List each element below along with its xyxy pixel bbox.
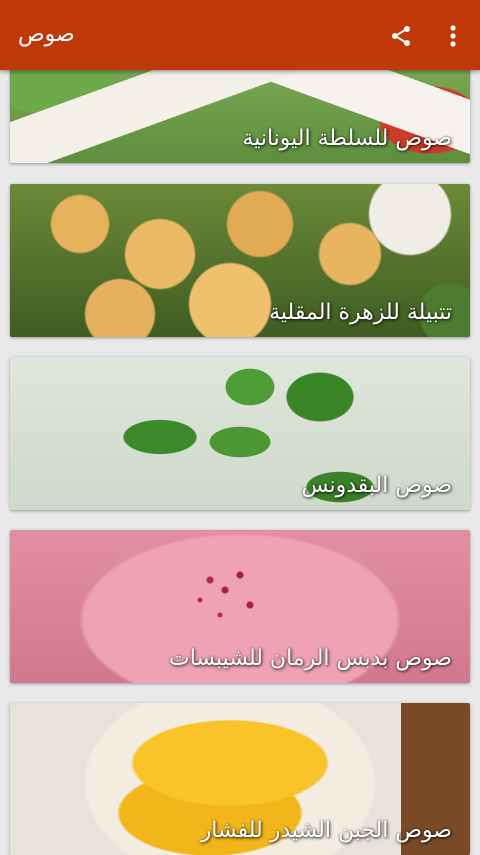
more-vert-icon [450,25,456,47]
recipe-title: تتبيلة للزهرة المقلية [269,300,452,325]
recipe-title: صوص بدبس الرمان للشيبسات [169,646,452,671]
recipe-card-parsley-sauce[interactable]: صوص البقدونس [10,357,470,510]
recipe-title: صوص للسلطة اليونانية [242,126,452,151]
recipe-card-pomegranate-sauce[interactable]: صوص بدبس الرمان للشيبسات [10,530,470,683]
share-button[interactable] [386,21,416,51]
app-bar: صوص [0,0,480,70]
recipe-list: صوص للسلطة اليونانية تتبيلة للزهرة المقل… [0,0,480,855]
recipe-card-fried-cauliflower[interactable]: تتبيلة للزهرة المقلية [10,184,470,337]
recipe-title: صوص الجبن الشيدر للفشار [200,818,452,843]
recipe-title: صوص البقدونس [301,473,452,498]
share-icon [392,26,410,46]
app-title: صوص [18,22,75,47]
recipe-card-cheddar-sauce[interactable]: صوص الجبن الشيدر للفشار [10,703,470,855]
overflow-menu-button[interactable] [440,21,466,51]
